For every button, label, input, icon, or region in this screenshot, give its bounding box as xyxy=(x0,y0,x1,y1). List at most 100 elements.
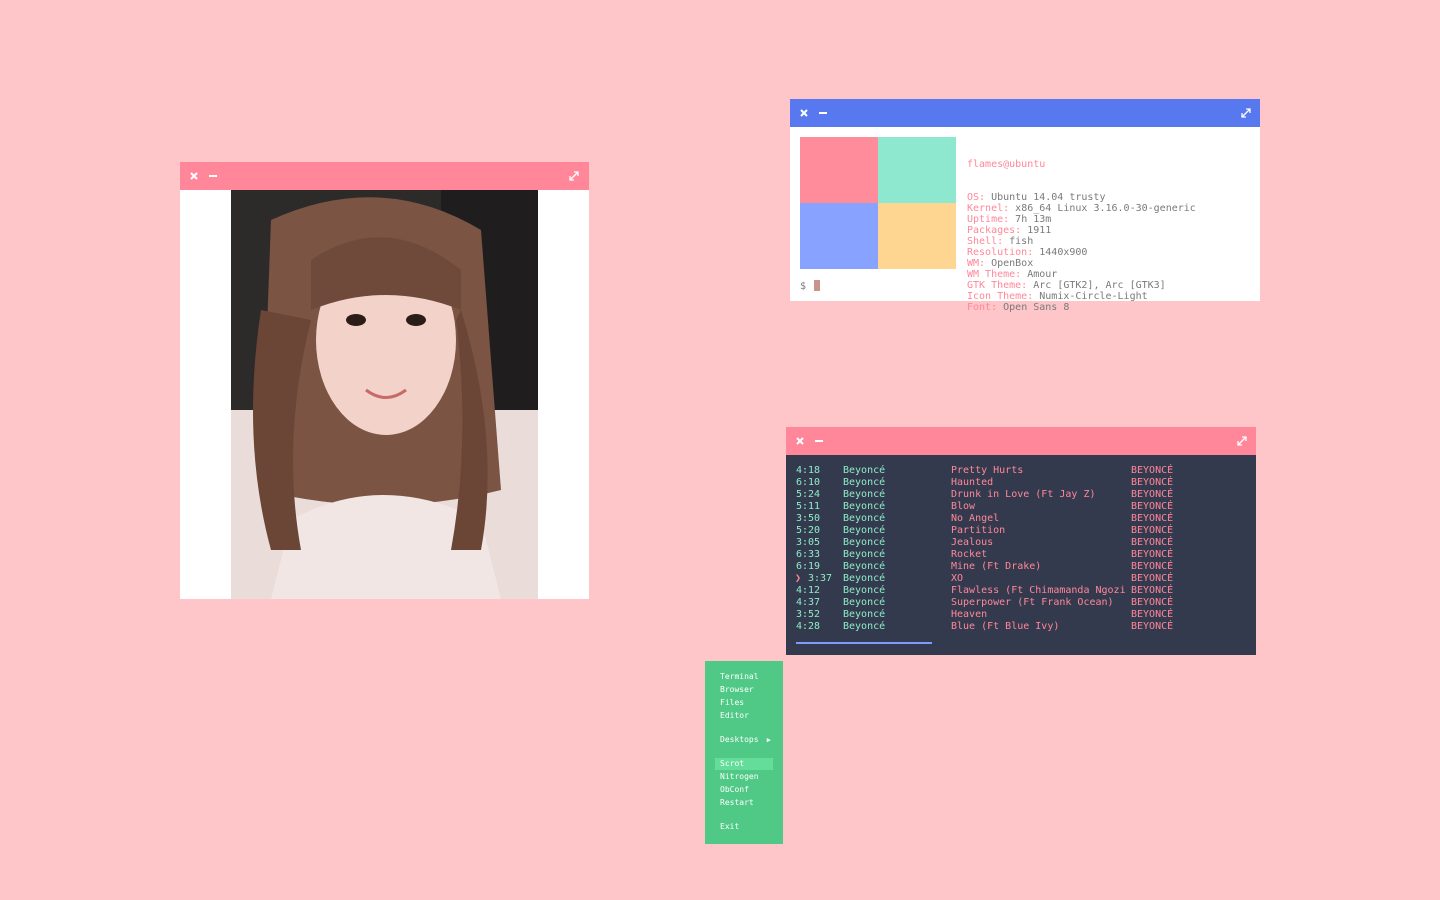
close-icon[interactable] xyxy=(800,99,808,127)
maximize-icon[interactable] xyxy=(569,162,579,190)
info-line: WM Theme: Amour xyxy=(967,269,1196,280)
track-title: Heaven xyxy=(951,609,988,620)
menu-item-exit[interactable]: Exit xyxy=(715,821,773,833)
track-duration: 4:18 xyxy=(796,465,821,476)
track-duration: 3:52 xyxy=(796,609,821,620)
track-row[interactable]: 4:37 Beyoncé Superpower (Ft Frank Ocean) BE… xyxy=(796,597,1256,609)
track-row[interactable]: 3:50 Beyoncé No Angel BEYONCÉ xyxy=(796,513,1256,525)
info-key: Resolution: xyxy=(967,247,1034,258)
maximize-icon[interactable] xyxy=(1241,99,1251,127)
menu-item-label: Nitrogen xyxy=(720,772,759,781)
minimize-icon[interactable] xyxy=(818,99,828,127)
fetch-titlebar[interactable] xyxy=(790,99,1260,127)
maximize-icon[interactable] xyxy=(1237,427,1247,455)
info-key: Packages: xyxy=(967,225,1022,236)
menu-item-label: Browser xyxy=(720,685,754,694)
track-row[interactable]: ❯ 3:37 Beyoncé XO BEYONCÉ xyxy=(795,573,1256,585)
track-title: Jealous xyxy=(951,537,994,548)
playback-progress-bar[interactable] xyxy=(796,642,1048,644)
info-value: Numix-Circle-Light xyxy=(1033,291,1148,302)
music-player-window: 4:18 Beyoncé Pretty Hurts BEYONCÉ 6:10 Beyonc… xyxy=(786,427,1256,655)
track-row[interactable]: 6:19 Beyoncé Mine (Ft Drake) BEYONCÉ xyxy=(796,561,1256,573)
track-album: BEYONCÉ xyxy=(1131,513,1174,524)
now-playing-marker: ❯ xyxy=(795,573,802,584)
track-row[interactable]: 5:11 Beyoncé Blow BEYONCÉ xyxy=(796,501,1256,513)
track-album: BEYONCÉ xyxy=(1131,549,1174,560)
menu-item-scrot[interactable]: Scrot xyxy=(715,758,773,770)
track-album: BEYONCÉ xyxy=(1131,621,1174,632)
playback-progress-fill xyxy=(796,642,933,644)
track-artist: Beyoncé xyxy=(843,513,886,524)
menu-item-restart[interactable]: Restart xyxy=(715,797,773,809)
track-row[interactable]: 3:05 Beyoncé Jealous BEYONCÉ xyxy=(796,537,1256,549)
track-row[interactable]: 4:12 Beyoncé Flawless (Ft Chimamanda Ngozi… xyxy=(796,585,1256,597)
track-album: BEYONCÉ xyxy=(1131,537,1174,548)
track-title: Partition xyxy=(951,525,1006,536)
menu-item-label: Terminal xyxy=(720,672,759,681)
info-key: Kernel: xyxy=(967,203,1010,214)
info-key: Shell: xyxy=(967,236,1004,247)
track-album: BEYONCÉ xyxy=(1131,585,1174,596)
image-viewer-window xyxy=(180,162,589,599)
info-key: Font: xyxy=(967,302,998,313)
track-album: BEYONCÉ xyxy=(1131,609,1174,620)
prompt-symbol: $ xyxy=(800,281,807,292)
menu-item-obconf[interactable]: ObConf xyxy=(715,784,773,796)
shell-prompt[interactable]: $ xyxy=(800,280,821,292)
close-icon[interactable] xyxy=(190,162,198,190)
system-info: flames@ubuntu OS: Ubuntu 14.04 trusty Ker… xyxy=(967,137,1196,313)
menu-item-desktops[interactable]: Desktops ▶ xyxy=(715,734,773,746)
menu-item-label: Exit xyxy=(720,822,740,831)
info-value: 1911 xyxy=(1021,225,1052,236)
track-artist: Beyoncé xyxy=(843,621,886,632)
menu-item-editor[interactable]: Editor xyxy=(715,710,773,722)
track-title: Superpower (Ft Frank Ocean) xyxy=(951,597,1114,608)
track-artist: Beyoncé xyxy=(843,549,886,560)
track-row[interactable]: 4:18 Beyoncé Pretty Hurts BEYONCÉ xyxy=(796,465,1256,477)
track-title: XO xyxy=(951,573,964,584)
track-row[interactable]: 5:24 Beyoncé Drunk in Love (Ft Jay Z) BEYON… xyxy=(796,489,1256,501)
track-row[interactable]: 4:28 Beyoncé Blue (Ft Blue Ivy) BEYONCÉ xyxy=(796,621,1256,633)
viewer-titlebar[interactable] xyxy=(180,162,589,190)
track-title: Drunk in Love (Ft Jay Z) xyxy=(951,489,1096,500)
minimize-icon[interactable] xyxy=(814,427,824,455)
menu-item-files[interactable]: Files xyxy=(715,697,773,709)
info-line: Font: Open Sans 8 xyxy=(967,302,1196,313)
track-row[interactable]: 6:10 Beyoncé Haunted BEYONCÉ xyxy=(796,477,1256,489)
track-row[interactable]: 3:52 Beyoncé Heaven BEYONCÉ xyxy=(796,609,1256,621)
info-key: WM: xyxy=(967,258,986,269)
track-row[interactable]: 6:33 Beyoncé Rocket BEYONCÉ xyxy=(796,549,1256,561)
info-key: Uptime: xyxy=(967,214,1010,225)
track-album: BEYONCÉ xyxy=(1131,501,1174,512)
track-album: BEYONCÉ xyxy=(1131,525,1174,536)
info-line: OS: Ubuntu 14.04 trusty xyxy=(967,192,1196,203)
info-line: Packages: 1911 xyxy=(967,225,1196,236)
info-value: Ubuntu 14.04 trusty xyxy=(985,192,1106,203)
text-cursor xyxy=(814,280,821,291)
track-duration: 3:37 xyxy=(808,573,833,584)
close-icon[interactable] xyxy=(796,427,804,455)
menu-item-terminal[interactable]: Terminal xyxy=(715,671,773,683)
track-album: BEYONCÉ xyxy=(1131,465,1174,476)
color-swatch-green xyxy=(878,137,956,203)
track-artist: Beyoncé xyxy=(843,537,886,548)
photo-image xyxy=(231,190,538,599)
color-swatch-yellow xyxy=(878,203,956,269)
menu-item-browser[interactable]: Browser xyxy=(715,684,773,696)
info-value: OpenBox xyxy=(985,258,1034,269)
track-album: BEYONCÉ xyxy=(1131,573,1174,584)
track-artist: Beyoncé xyxy=(843,609,886,620)
track-title: Flawless (Ft Chimamanda Ngozi xyxy=(951,585,1125,596)
playlist: 4:18 Beyoncé Pretty Hurts BEYONCÉ 6:10 Beyonc… xyxy=(786,455,1256,655)
fetch-terminal-content[interactable]: flames@ubuntu OS: Ubuntu 14.04 trusty Ker… xyxy=(790,127,1260,313)
minimize-icon[interactable] xyxy=(208,162,218,190)
track-duration: 6:19 xyxy=(796,561,821,572)
track-duration: 6:33 xyxy=(796,549,821,560)
music-titlebar[interactable] xyxy=(786,427,1256,455)
info-line: Kernel: x86_64 Linux 3.16.0-30-generic xyxy=(967,203,1196,214)
info-line: Shell: fish xyxy=(967,236,1196,247)
info-value: 1440x900 xyxy=(1033,247,1088,258)
track-row[interactable]: 5:20 Beyoncé Partition BEYONCÉ xyxy=(796,525,1256,537)
menu-item-nitrogen[interactable]: Nitrogen xyxy=(715,771,773,783)
track-artist: Beyoncé xyxy=(843,561,886,572)
